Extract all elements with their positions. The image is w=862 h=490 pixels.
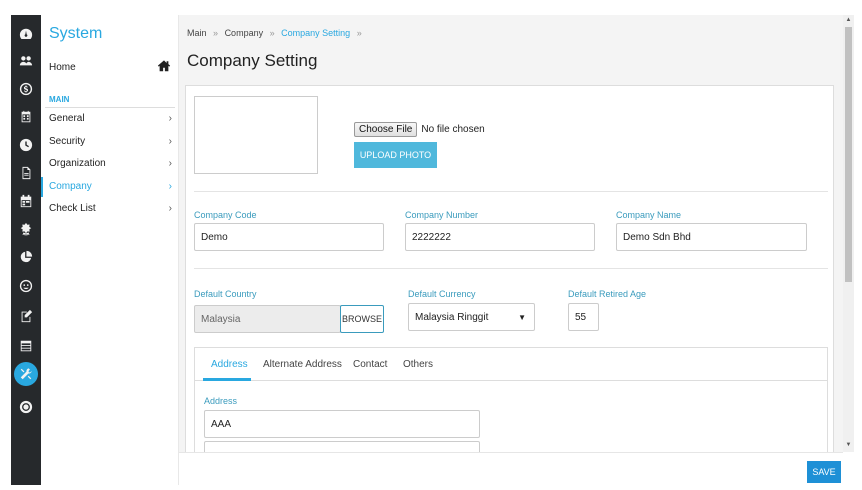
file-status: No file chosen	[421, 124, 485, 135]
default-retired-age-input[interactable]: 55	[568, 303, 599, 331]
upload-photo-button[interactable]: UPLOAD PHOTO	[354, 142, 437, 168]
chevron-right-icon: ›	[168, 203, 172, 214]
company-code-input[interactable]: Demo	[194, 223, 384, 251]
breadcrumb-current: Company Setting	[281, 28, 351, 38]
page-title: Company Setting	[187, 51, 318, 70]
schedule-icon[interactable]	[11, 190, 41, 212]
main-content: Main » Company » Company Setting » Compa…	[179, 15, 843, 485]
choose-file-button[interactable]: Choose File	[354, 122, 418, 137]
default-currency-label: Default Currency	[408, 289, 476, 299]
smiley-icon[interactable]	[11, 275, 41, 297]
sidebar-section-label: MAIN	[49, 95, 70, 104]
company-name-label: Company Name	[616, 210, 682, 220]
sidebar-item-label: General	[49, 113, 85, 124]
document-icon[interactable]	[11, 162, 41, 184]
tab-contact[interactable]: Contact	[353, 359, 387, 370]
clock-icon[interactable]	[11, 134, 41, 156]
chevron-right-icon: ›	[168, 158, 172, 169]
tab-bar: Address Alternate Address Contact Others	[195, 348, 827, 381]
chevron-right-icon: ›	[168, 181, 172, 192]
breadcrumb: Main » Company » Company Setting »	[187, 28, 366, 38]
breadcrumb-separator: »	[356, 28, 362, 38]
report-icon[interactable]	[11, 305, 41, 327]
company-setting-card: Choose File No file chosen UPLOAD PHOTO …	[185, 85, 834, 455]
company-code-label: Company Code	[194, 210, 257, 220]
dashboard-icon[interactable]	[11, 23, 41, 45]
sidebar-item-general[interactable]: General ›	[41, 109, 178, 129]
breadcrumb-separator: »	[213, 28, 219, 38]
sidebar: System Home MAIN General › Security › Or…	[41, 15, 179, 485]
sidebar-divider	[45, 107, 175, 108]
default-country-input: Malaysia	[194, 305, 341, 333]
sidebar-item-label: Check List	[49, 203, 96, 214]
bottom-action-bar: SAVE	[179, 452, 843, 485]
default-country-label: Default Country	[194, 289, 257, 299]
tab-alternate-address[interactable]: Alternate Address	[263, 359, 342, 370]
sidebar-item-company[interactable]: Company ›	[41, 177, 178, 197]
award-icon[interactable]	[11, 218, 41, 240]
chevron-right-icon: ›	[168, 136, 172, 147]
tab-address[interactable]: Address	[211, 359, 248, 370]
caret-down-icon: ▼	[518, 313, 526, 322]
dollar-icon[interactable]	[11, 78, 41, 100]
scroll-thumb[interactable]	[845, 27, 852, 282]
section-divider	[194, 268, 828, 269]
table-icon[interactable]	[11, 335, 41, 357]
scroll-up-icon[interactable]: ▲	[843, 15, 854, 25]
people-icon[interactable]	[11, 50, 41, 72]
vertical-scrollbar[interactable]: ▲ ▼	[843, 15, 854, 452]
chevron-right-icon: ›	[168, 113, 172, 124]
address-line1-input[interactable]: AAA	[204, 410, 480, 438]
sidebar-item-security[interactable]: Security ›	[41, 132, 178, 152]
company-photo-preview	[194, 96, 318, 174]
sidebar-item-label: Security	[49, 136, 86, 147]
browse-country-button[interactable]: BROWSE	[340, 305, 384, 333]
sidebar-item-check-list[interactable]: Check List ›	[41, 199, 178, 219]
default-currency-select[interactable]: Malaysia Ringgit ▼	[408, 303, 535, 331]
calendar-icon[interactable]	[11, 106, 41, 128]
tab-others[interactable]: Others	[403, 359, 433, 370]
help-icon[interactable]	[11, 396, 41, 418]
scroll-down-icon[interactable]: ▼	[843, 440, 854, 450]
breadcrumb-company[interactable]: Company	[225, 28, 264, 38]
home-icon[interactable]	[157, 59, 171, 73]
breadcrumb-main[interactable]: Main	[187, 28, 207, 38]
default-currency-value: Malaysia Ringgit	[415, 311, 489, 323]
breadcrumb-separator: »	[269, 28, 275, 38]
address-label: Address	[204, 396, 238, 406]
section-divider	[194, 191, 828, 192]
default-retired-age-label: Default Retired Age	[568, 289, 647, 299]
address-tabs-panel: Address Alternate Address Contact Others…	[194, 347, 828, 454]
tools-icon[interactable]	[11, 362, 41, 386]
active-tab-indicator	[203, 378, 251, 381]
file-chooser: Choose File No file chosen	[354, 122, 485, 137]
sidebar-item-label: Company	[49, 181, 92, 192]
icon-rail	[11, 15, 41, 485]
save-button[interactable]: SAVE	[807, 461, 841, 483]
sidebar-title: System	[49, 25, 103, 42]
sidebar-item-label: Organization	[49, 158, 106, 169]
company-number-input[interactable]: 2222222	[405, 223, 595, 251]
company-number-label: Company Number	[405, 210, 479, 220]
pie-chart-icon[interactable]	[11, 246, 41, 268]
sidebar-item-organization[interactable]: Organization ›	[41, 154, 178, 174]
company-name-input[interactable]: Demo Sdn Bhd	[616, 223, 807, 251]
sidebar-home-link[interactable]: Home	[49, 62, 76, 73]
